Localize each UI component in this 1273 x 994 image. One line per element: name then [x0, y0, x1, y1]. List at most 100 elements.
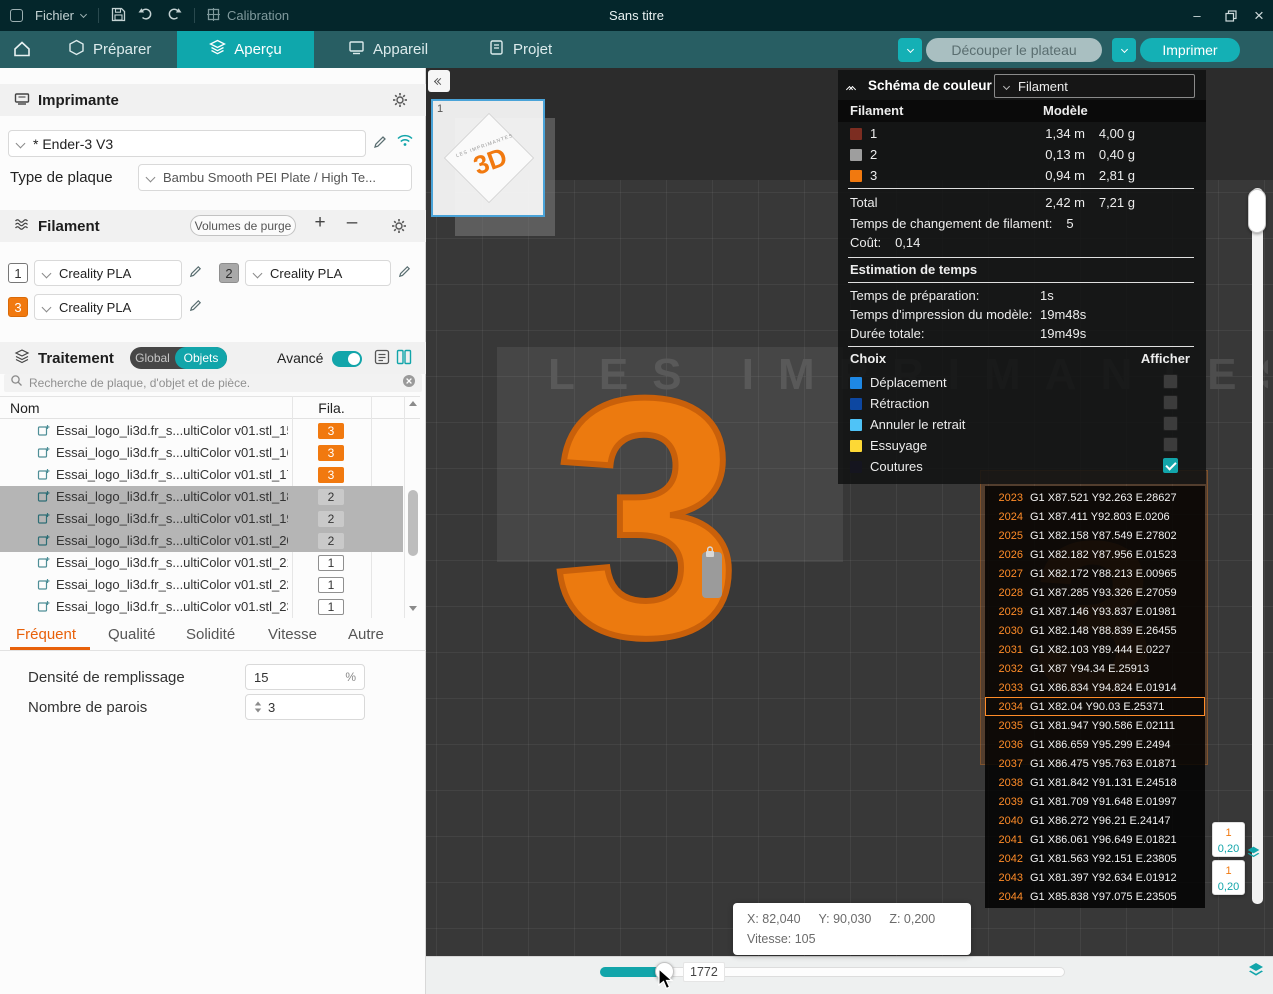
object-row-selected[interactable]: Essai_logo_li3d.fr_s...ultiColor v01.stl… — [0, 508, 403, 530]
object-row[interactable]: Essai_logo_li3d.fr_s...ultiColor v01.stl… — [0, 442, 403, 464]
scope-segmented-control[interactable]: Global Objets — [130, 347, 227, 369]
tab-appareil[interactable]: Appareil — [336, 31, 440, 68]
file-menu[interactable]: Fichier — [35, 8, 86, 23]
row-filament-badge[interactable]: 2 — [318, 489, 344, 505]
row-filament-badge[interactable]: 1 — [318, 555, 344, 571]
unretraction-checkbox[interactable] — [1163, 416, 1178, 431]
travel-checkbox[interactable] — [1163, 374, 1178, 389]
row-filament-badge[interactable]: 2 — [318, 511, 344, 527]
print-button[interactable]: Imprimer — [1140, 38, 1240, 62]
filament-2-select[interactable]: Creality PLA — [245, 260, 391, 286]
gcode-line[interactable]: 2029G1 X87.146 Y93.837 E.01981 — [985, 602, 1205, 621]
object-row-selected[interactable]: Essai_logo_li3d.fr_s...ultiColor v01.stl… — [0, 530, 403, 552]
infill-density-field[interactable]: % — [245, 664, 365, 690]
gcode-line-current[interactable]: 2034G1 X82.04 Y90.03 E.25371 — [985, 697, 1205, 716]
edit-filament-3-icon[interactable] — [188, 298, 204, 314]
scrollbar-thumb[interactable] — [408, 490, 418, 556]
redo-icon[interactable] — [166, 7, 182, 24]
slice-plate-button[interactable]: Découper le plateau — [926, 38, 1102, 62]
gcode-line[interactable]: 2033G1 X86.834 Y94.824 E.01914 — [985, 678, 1205, 697]
printer-settings-gear-icon[interactable] — [392, 92, 408, 108]
edit-filament-2-icon[interactable] — [397, 264, 413, 280]
row-filament-badge[interactable]: 2 — [318, 533, 344, 549]
gcode-line[interactable]: 2035G1 X81.947 Y90.586 E.02111 — [985, 716, 1205, 735]
tab-solidite[interactable]: Solidité — [186, 626, 235, 643]
tab-preparer[interactable]: Préparer — [56, 31, 163, 68]
plate-thumbnail-1[interactable]: 1 LES IMPRIMANTES 3D — [431, 99, 545, 217]
slice-options-chevron[interactable] — [898, 38, 922, 62]
plate-type-select[interactable]: Bambu Smooth PEI Plate / High Te... — [138, 164, 412, 191]
infill-density-input[interactable] — [254, 670, 314, 685]
wipe-checkbox[interactable] — [1163, 437, 1178, 452]
filament-slot-3-color[interactable]: 3 — [8, 297, 28, 317]
gcode-line[interactable]: 2030G1 X82.148 Y88.839 E.26455 — [985, 621, 1205, 640]
retraction-checkbox[interactable] — [1163, 395, 1178, 410]
calibration-menu[interactable]: Calibration — [207, 8, 289, 24]
gcode-line[interactable]: 2038G1 X81.842 Y91.131 E.24518 — [985, 773, 1205, 792]
tab-qualite[interactable]: Qualité — [108, 626, 156, 643]
gcode-line[interactable]: 2028G1 X87.285 Y93.326 E.27059 — [985, 583, 1205, 602]
gcode-line[interactable]: 2044G1 X85.838 Y97.075 E.23505 — [985, 887, 1205, 906]
gcode-line[interactable]: 2031G1 X82.103 Y89.444 E.0227 — [985, 640, 1205, 659]
layer-slider-handle[interactable] — [1248, 189, 1266, 233]
minimize-button[interactable]: – — [1180, 0, 1214, 31]
gcode-line[interactable]: 2026G1 X82.182 Y87.956 E.01523 — [985, 545, 1205, 564]
gcode-line[interactable]: 2027G1 X82.172 Y88.213 E.00965 — [985, 564, 1205, 583]
home-button[interactable] — [12, 39, 32, 63]
row-filament-badge[interactable]: 1 — [318, 599, 344, 615]
add-filament-button[interactable]: + — [310, 212, 330, 234]
row-filament-badge[interactable]: 3 — [318, 423, 344, 439]
scroll-down-icon[interactable] — [409, 606, 417, 611]
object-row-selected[interactable]: Essai_logo_li3d.fr_s...ultiColor v01.stl… — [0, 486, 403, 508]
tab-projet[interactable]: Projet — [476, 31, 564, 68]
remove-filament-button[interactable]: – — [342, 212, 362, 234]
filament-slot-2-color[interactable]: 2 — [219, 263, 239, 283]
row-filament-badge[interactable]: 3 — [318, 445, 344, 461]
printed-model-3[interactable]: 3 — [552, 348, 741, 688]
layers-view-icon[interactable] — [1247, 961, 1265, 984]
tab-vitesse[interactable]: Vitesse — [268, 626, 317, 643]
gcode-line[interactable]: 2032G1 X87 Y94.34 E.25913 — [985, 659, 1205, 678]
parameter-list-icon[interactable] — [374, 349, 390, 370]
wall-count-input[interactable] — [268, 700, 328, 715]
gcode-line[interactable]: 2040G1 X86.272 Y96.21 E.24147 — [985, 811, 1205, 830]
tab-autre[interactable]: Autre — [348, 626, 384, 643]
seams-checkbox[interactable] — [1163, 458, 1178, 473]
object-row[interactable]: Essai_logo_li3d.fr_s...ultiColor v01.stl… — [0, 552, 403, 574]
advanced-toggle[interactable] — [332, 351, 362, 367]
wall-count-field[interactable] — [245, 694, 365, 720]
print-options-chevron[interactable] — [1112, 38, 1136, 62]
object-row[interactable]: Essai_logo_li3d.fr_s...ultiColor v01.stl… — [0, 464, 403, 486]
stepper-arrows[interactable] — [254, 701, 262, 713]
object-row[interactable]: Essai_logo_li3d.fr_s...ultiColor v01.stl… — [0, 420, 403, 442]
search-bar[interactable] — [4, 374, 422, 392]
tab-frequent[interactable]: Fréquent — [16, 626, 76, 643]
scope-global-option[interactable]: Global — [130, 351, 175, 365]
gcode-line[interactable]: 2041G1 X86.061 Y96.649 E.01821 — [985, 830, 1205, 849]
layer-range-link-icon[interactable] — [1246, 845, 1261, 865]
wifi-icon[interactable] — [396, 132, 414, 153]
table-scrollbar[interactable] — [404, 396, 420, 618]
compare-columns-icon[interactable] — [396, 349, 412, 370]
gcode-line[interactable]: 2039G1 X81.709 Y91.648 E.01997 — [985, 792, 1205, 811]
collapse-panel-button[interactable] — [428, 70, 450, 92]
object-row[interactable]: Essai_logo_li3d.fr_s...ultiColor v01.stl… — [0, 596, 403, 618]
collapse-scheme-icon[interactable] — [847, 80, 855, 95]
gcode-line[interactable]: 2023G1 X87.521 Y92.263 E.28627 — [985, 488, 1205, 507]
scheme-mode-select[interactable]: Filament — [994, 74, 1195, 98]
gcode-line[interactable]: 2037G1 X86.475 Y95.763 E.01871 — [985, 754, 1205, 773]
search-input[interactable] — [29, 376, 396, 390]
layer-slider-track[interactable] — [1252, 188, 1263, 904]
printer-select[interactable]: * Ender-3 V3 — [8, 130, 366, 157]
save-icon[interactable] — [111, 7, 126, 25]
edit-printer-icon[interactable] — [372, 134, 388, 150]
row-filament-badge[interactable]: 3 — [318, 467, 344, 483]
gcode-line[interactable]: 2025G1 X82.158 Y87.549 E.27802 — [985, 526, 1205, 545]
scope-objects-option[interactable]: Objets — [175, 347, 227, 369]
close-button[interactable]: × — [1242, 0, 1273, 31]
gcode-line[interactable]: 2024G1 X87.411 Y92.803 E.0206 — [985, 507, 1205, 526]
filament-3-select[interactable]: Creality PLA — [34, 294, 182, 320]
scroll-up-icon[interactable] — [409, 401, 417, 406]
object-row[interactable]: Essai_logo_li3d.fr_s...ultiColor v01.stl… — [0, 574, 403, 596]
gcode-line[interactable]: 2036G1 X86.659 Y95.299 E.2494 — [985, 735, 1205, 754]
